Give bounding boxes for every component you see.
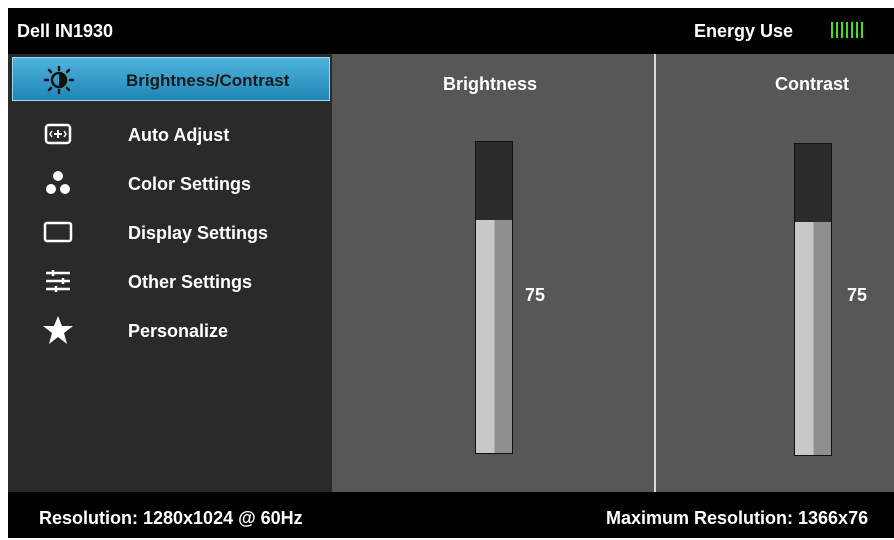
brightness-panel: Brightness 75 [332, 54, 654, 492]
contrast-slider[interactable] [794, 143, 832, 456]
contrast-panel: Contrast 75 [656, 54, 894, 492]
brightness-title: Brightness [443, 74, 538, 94]
menu-item-label: Other Settings [128, 272, 253, 292]
energy-bar [846, 22, 848, 38]
header-bar: Dell IN1930 Energy Use [8, 8, 894, 53]
energy-bar [851, 22, 853, 38]
footer-bar: Resolution: 1280x1024 @ 60Hz Maximum Res… [8, 492, 894, 538]
contrast-value: 75 [847, 285, 868, 305]
menu-item-color-settings[interactable]: Color Settings [12, 161, 330, 205]
menu-item-auto-adjust[interactable]: Auto Adjust [12, 112, 330, 156]
energy-use-meter [831, 22, 863, 38]
menu-item-label: Auto Adjust [128, 125, 230, 145]
model-name: Dell IN1930 [17, 21, 114, 41]
brightness-icon [41, 66, 77, 94]
energy-bar [836, 22, 838, 38]
energy-use-label: Energy Use [694, 21, 794, 41]
contrast-title: Contrast [775, 74, 850, 94]
osd-window: Dell IN1930 Energy Use Brightness/Contra… [8, 8, 894, 538]
max-resolution-text: Maximum Resolution: 1366x76 [606, 508, 869, 528]
brightness-slider-fill [476, 219, 512, 453]
menu-item-label: Display Settings [128, 223, 269, 243]
menu-item-other-settings[interactable]: Other Settings [12, 259, 330, 303]
menu-item-personalize[interactable]: Personalize [12, 308, 330, 352]
energy-bar [831, 22, 833, 38]
other-settings-icon [40, 267, 76, 295]
brightness-value: 75 [525, 285, 546, 305]
display-settings-icon [40, 218, 76, 246]
menu-item-brightness-contrast[interactable]: Brightness/Contrast [12, 57, 330, 101]
brightness-slider[interactable] [475, 141, 513, 454]
menu-item-label: Personalize [128, 321, 229, 341]
osd-menu: Brightness/Contrast Auto Adjust Color Se… [8, 54, 332, 492]
contrast-slider-fill [795, 221, 831, 455]
auto-adjust-icon [40, 120, 76, 148]
resolution-text: Resolution: 1280x1024 @ 60Hz [39, 508, 303, 528]
star-icon [40, 316, 76, 344]
energy-bar [856, 22, 858, 38]
energy-bar [861, 22, 863, 38]
color-settings-icon [40, 169, 76, 197]
menu-item-display-settings[interactable]: Display Settings [12, 210, 330, 254]
menu-item-label: Color Settings [128, 174, 252, 194]
energy-bar [841, 22, 843, 38]
menu-item-label: Brightness/Contrast [126, 71, 290, 90]
